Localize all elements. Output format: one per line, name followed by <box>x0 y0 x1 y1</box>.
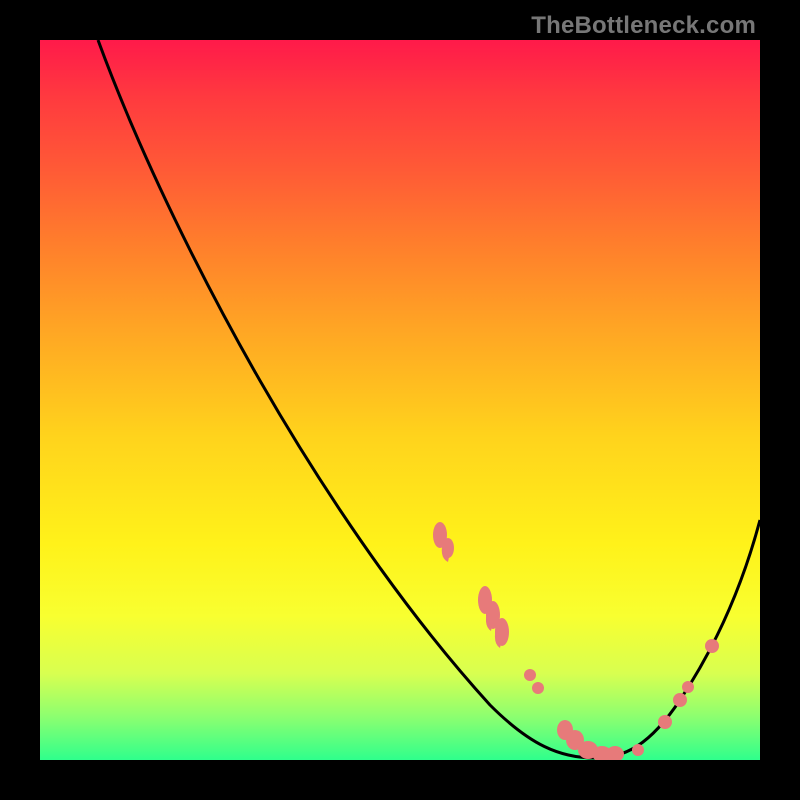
chart-plot-area <box>40 40 760 760</box>
marker-dot <box>705 639 719 653</box>
watermark-text: TheBottleneck.com <box>531 12 756 40</box>
bottleneck-curve <box>98 40 760 758</box>
marker-dot <box>658 715 672 729</box>
marker-dot <box>532 682 544 694</box>
marker-dot <box>524 669 536 681</box>
marker-dot <box>632 744 644 756</box>
chart-svg <box>40 40 760 760</box>
marker-dot <box>673 693 687 707</box>
marker-dot <box>682 681 694 693</box>
